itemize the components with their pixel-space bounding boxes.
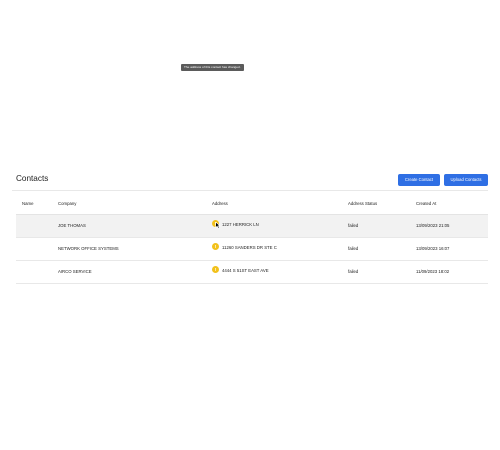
table-row[interactable]: JOE THOMAS ! 1227 HERRICK LN failed 13/0… bbox=[16, 215, 488, 238]
warning-symbol: ! bbox=[214, 267, 217, 272]
column-created-at[interactable]: Created At bbox=[416, 201, 436, 206]
upload-contacts-button[interactable]: Upload Contacts bbox=[444, 174, 488, 186]
warning-icon[interactable]: ! bbox=[212, 220, 219, 227]
column-address-status[interactable]: Address Status bbox=[348, 201, 377, 206]
address-status: failed bbox=[348, 223, 359, 228]
column-name[interactable]: Name bbox=[22, 201, 33, 206]
contact-company: NETWORK OFFICE SYSTEMS bbox=[58, 246, 119, 251]
page-title: Contacts bbox=[16, 174, 49, 183]
created-at: 13/09/2023 16:07 bbox=[416, 246, 450, 251]
contacts-header: Contacts Create Contact Upload Contacts bbox=[12, 168, 488, 191]
warning-icon[interactable]: ! bbox=[212, 243, 219, 250]
contacts-panel: Contacts Create Contact Upload Contacts … bbox=[12, 168, 488, 284]
created-at: 11/09/2023 18:02 bbox=[416, 269, 450, 274]
column-address[interactable]: Address bbox=[212, 201, 228, 206]
address-text: 11260 SANDERS DR STE C bbox=[222, 245, 277, 250]
contact-company: JOE THOMAS bbox=[58, 223, 86, 228]
table-row[interactable]: NETWORK OFFICE SYSTEMS ! 11260 SANDERS D… bbox=[16, 238, 488, 261]
address-status: failed bbox=[348, 246, 359, 251]
column-company[interactable]: Company bbox=[58, 201, 76, 206]
warning-icon[interactable]: ! bbox=[212, 266, 219, 273]
contact-company: AIRCO SERVICE bbox=[58, 269, 92, 274]
table-header: Name Company Address Address Status Crea… bbox=[16, 196, 488, 215]
warning-symbol: ! bbox=[214, 244, 217, 249]
table-row[interactable]: AIRCO SERVICE ! 4444 S 51ST EAST AVE fai… bbox=[16, 261, 488, 284]
created-at: 13/09/2023 21:05 bbox=[416, 223, 450, 228]
address-tooltip: The address of this contact has changed. bbox=[181, 64, 244, 71]
create-contact-button[interactable]: Create Contact bbox=[398, 174, 440, 186]
warning-symbol: ! bbox=[214, 221, 217, 226]
contacts-table: Name Company Address Address Status Crea… bbox=[16, 196, 488, 284]
address-status: failed bbox=[348, 269, 359, 274]
page: Contacts Create Contact Upload Contacts … bbox=[0, 0, 500, 450]
address-text: 1227 HERRICK LN bbox=[222, 222, 259, 227]
address-text: 4444 S 51ST EAST AVE bbox=[222, 268, 269, 273]
